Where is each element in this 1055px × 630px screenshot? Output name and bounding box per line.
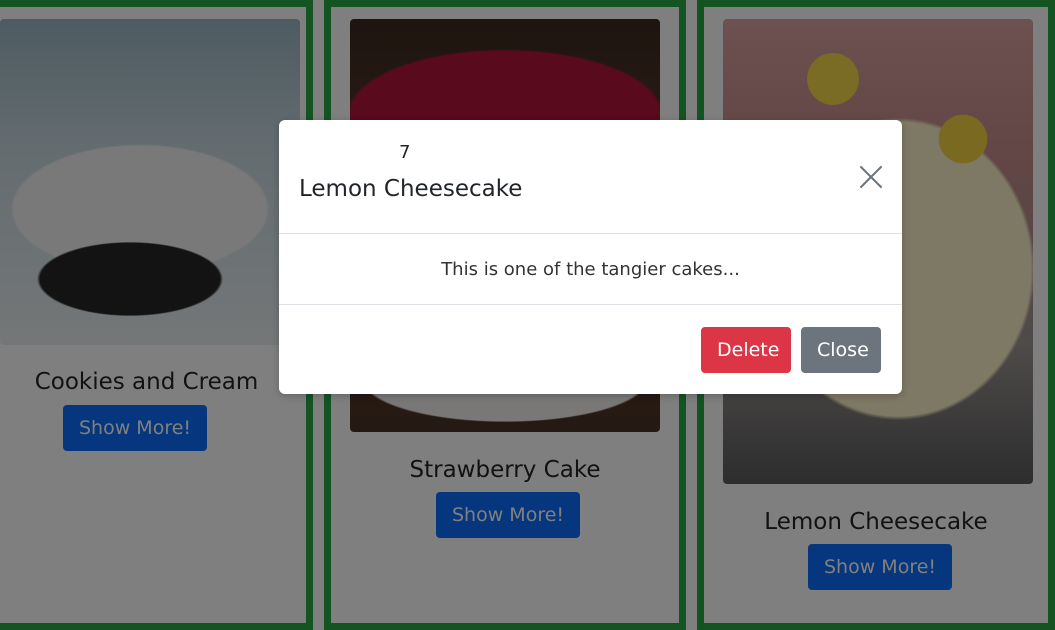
modal-body-text: This is one of the tangier cakes...: [279, 234, 902, 305]
modal-number: 7: [399, 142, 411, 163]
modal-title: Lemon Cheesecake: [299, 176, 523, 202]
modal-header: 7 Lemon Cheesecake: [279, 120, 902, 234]
close-icon[interactable]: [858, 164, 884, 190]
cake-modal: 7 Lemon Cheesecake This is one of the ta…: [279, 120, 902, 394]
modal-footer: Delete Close: [279, 305, 902, 394]
delete-button[interactable]: Delete: [701, 327, 791, 373]
close-button[interactable]: Close: [801, 327, 881, 373]
